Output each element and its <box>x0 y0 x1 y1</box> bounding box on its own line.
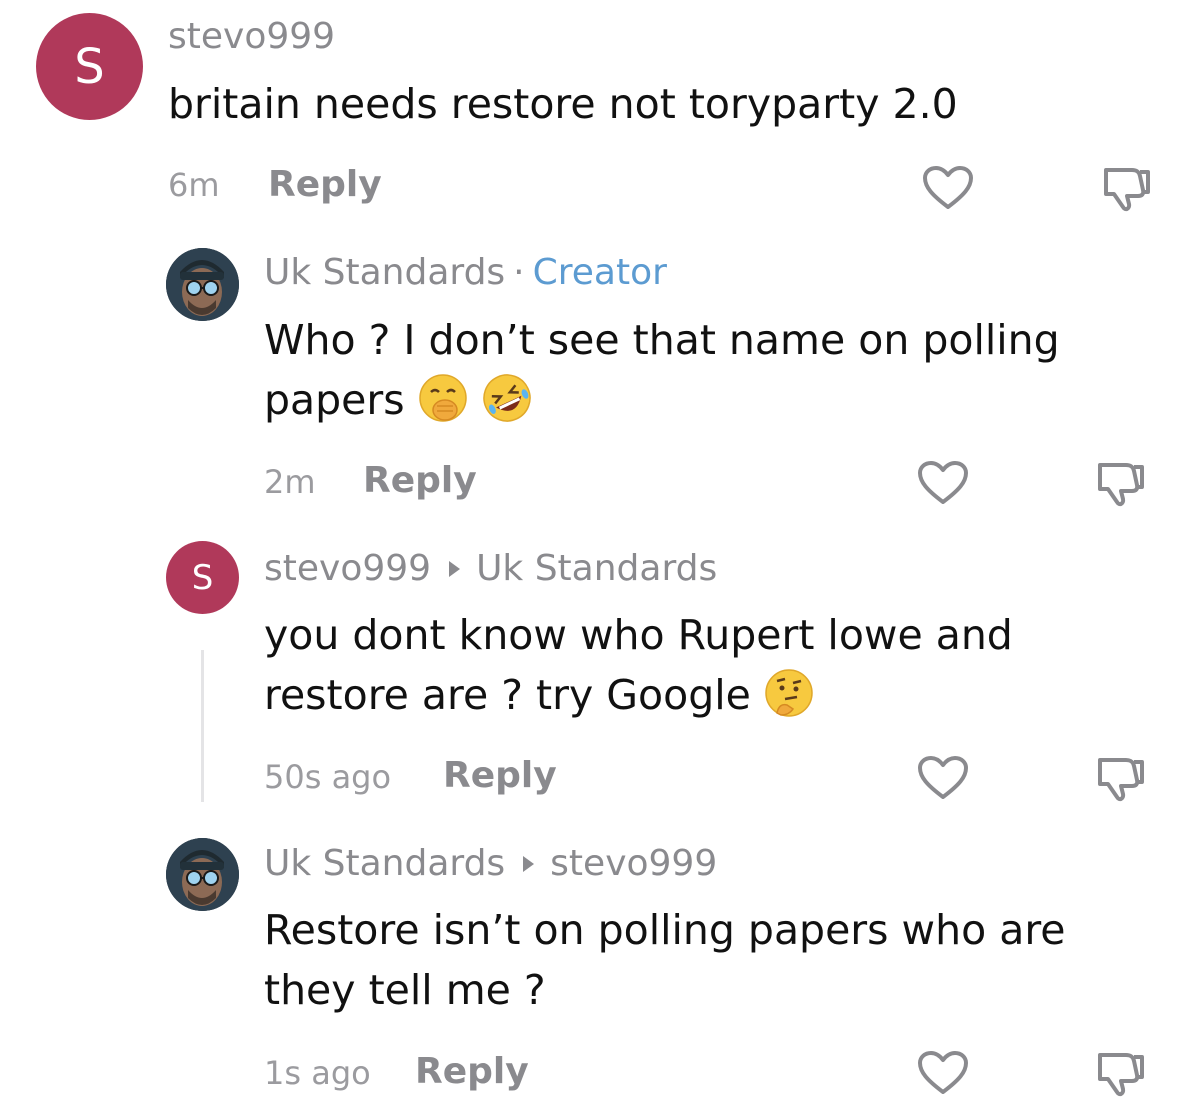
comment-line: restore are ? try Google <box>264 665 1013 725</box>
comment-text: Restore isn’t on polling papers who are … <box>264 900 1066 1020</box>
thumbs-down-icon[interactable] <box>1100 162 1154 214</box>
comment-timestamp: 2m <box>264 463 316 501</box>
comment-line: Restore isn’t on polling papers who are <box>264 906 1066 954</box>
heart-icon[interactable] <box>917 755 969 801</box>
username-link[interactable]: stevo999 <box>264 548 431 589</box>
comment-username[interactable]: Uk Standards · Creator <box>264 252 667 293</box>
avatar[interactable] <box>166 248 239 321</box>
thread-line <box>201 650 204 802</box>
comment-line: Who ? I don’t see that name on polling <box>264 316 1060 364</box>
comment-line: they tell me ? <box>264 966 546 1014</box>
comment-line: britain needs restore not toryparty 2.0 <box>168 80 958 128</box>
avatar-letter: S <box>191 557 214 598</box>
comment-username[interactable]: stevo999 <box>168 16 335 57</box>
reply-arrow-icon <box>523 855 535 872</box>
comment-text: Who ? I don’t see that name on polling p… <box>264 310 1060 430</box>
reply-button[interactable]: Reply <box>363 460 477 501</box>
comment-line-text: restore are ? try Google <box>264 671 751 719</box>
thumbs-down-icon[interactable] <box>1094 457 1148 509</box>
comment-text: britain needs restore not toryparty 2.0 <box>168 74 958 134</box>
avatar-photo-image <box>166 248 239 321</box>
rolling-on-floor-laughing-icon <box>482 374 531 422</box>
comment-timestamp: 6m <box>168 166 220 204</box>
avatar-photo-image <box>166 838 239 911</box>
reply-to-username-link[interactable]: stevo999 <box>550 843 717 884</box>
avatar[interactable]: S <box>36 13 143 120</box>
face-with-hand-over-mouth-icon <box>418 374 467 422</box>
reply-to-username-link[interactable]: Uk Standards <box>476 548 717 589</box>
avatar[interactable]: S <box>166 541 239 614</box>
username-link[interactable]: Uk Standards <box>264 843 505 884</box>
avatar[interactable] <box>166 838 239 911</box>
comment-username[interactable]: stevo999 Uk Standards <box>264 548 717 589</box>
thumbs-down-icon[interactable] <box>1094 1047 1148 1099</box>
reply-button[interactable]: Reply <box>268 164 382 205</box>
thumbs-down-icon[interactable] <box>1094 752 1148 804</box>
comment-line: you dont know who Rupert lowe and <box>264 611 1013 659</box>
comment-timestamp: 1s ago <box>264 1054 371 1092</box>
comment-username[interactable]: Uk Standards stevo999 <box>264 843 717 884</box>
separator-dot: · <box>513 252 525 293</box>
heart-icon[interactable] <box>917 1050 969 1096</box>
comment-line: papers <box>264 370 1060 430</box>
reply-button[interactable]: Reply <box>415 1051 529 1092</box>
avatar-letter: S <box>74 38 105 95</box>
creator-badge: Creator <box>532 252 667 293</box>
comment-line-text: papers <box>264 376 405 424</box>
reply-button[interactable]: Reply <box>443 755 557 796</box>
username-link[interactable]: stevo999 <box>168 16 335 57</box>
reply-arrow-icon <box>449 560 461 577</box>
comment-timestamp: 50s ago <box>264 758 392 796</box>
heart-icon[interactable] <box>917 460 969 506</box>
username-link[interactable]: Uk Standards <box>264 252 505 293</box>
comment-text: you dont know who Rupert lowe and restor… <box>264 605 1013 725</box>
heart-icon[interactable] <box>922 165 974 211</box>
thinking-face-icon <box>765 669 813 717</box>
